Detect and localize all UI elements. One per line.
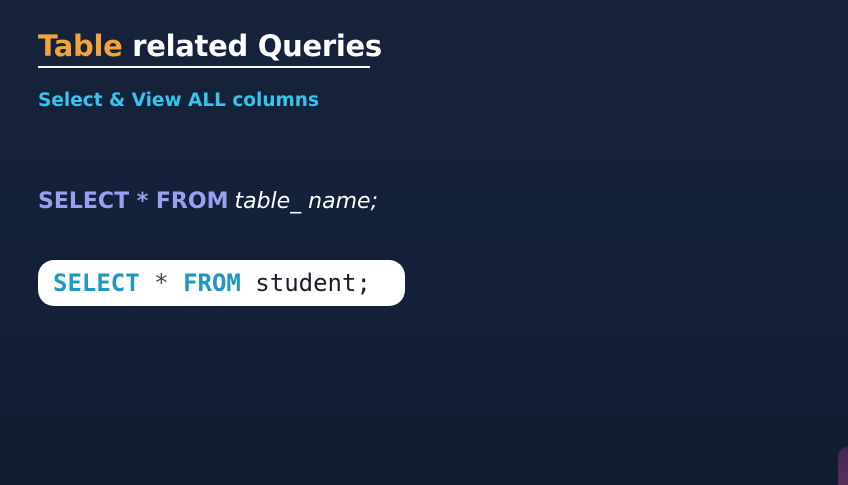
slide-title: Table related Queries xyxy=(38,26,382,66)
syntax-keywords: SELECT * FROM xyxy=(38,189,229,214)
code-keyword-from: FROM xyxy=(183,269,241,297)
title-rest: related Queries xyxy=(122,29,382,63)
code-operator-star: * xyxy=(139,269,184,297)
code-example: SELECT * FROM student; xyxy=(38,260,405,306)
title-accent: Table xyxy=(38,29,123,63)
syntax-table-placeholder: table_ name; xyxy=(234,189,378,214)
code-keyword-select: SELECT xyxy=(53,269,140,297)
slide-subtitle: Select & View ALL columns xyxy=(38,90,319,111)
syntax-line: SELECT * FROM table_ name; xyxy=(38,187,378,217)
presenter-corner-edge xyxy=(838,447,848,485)
code-table-name: student; xyxy=(240,269,371,297)
title-underline xyxy=(38,66,370,68)
